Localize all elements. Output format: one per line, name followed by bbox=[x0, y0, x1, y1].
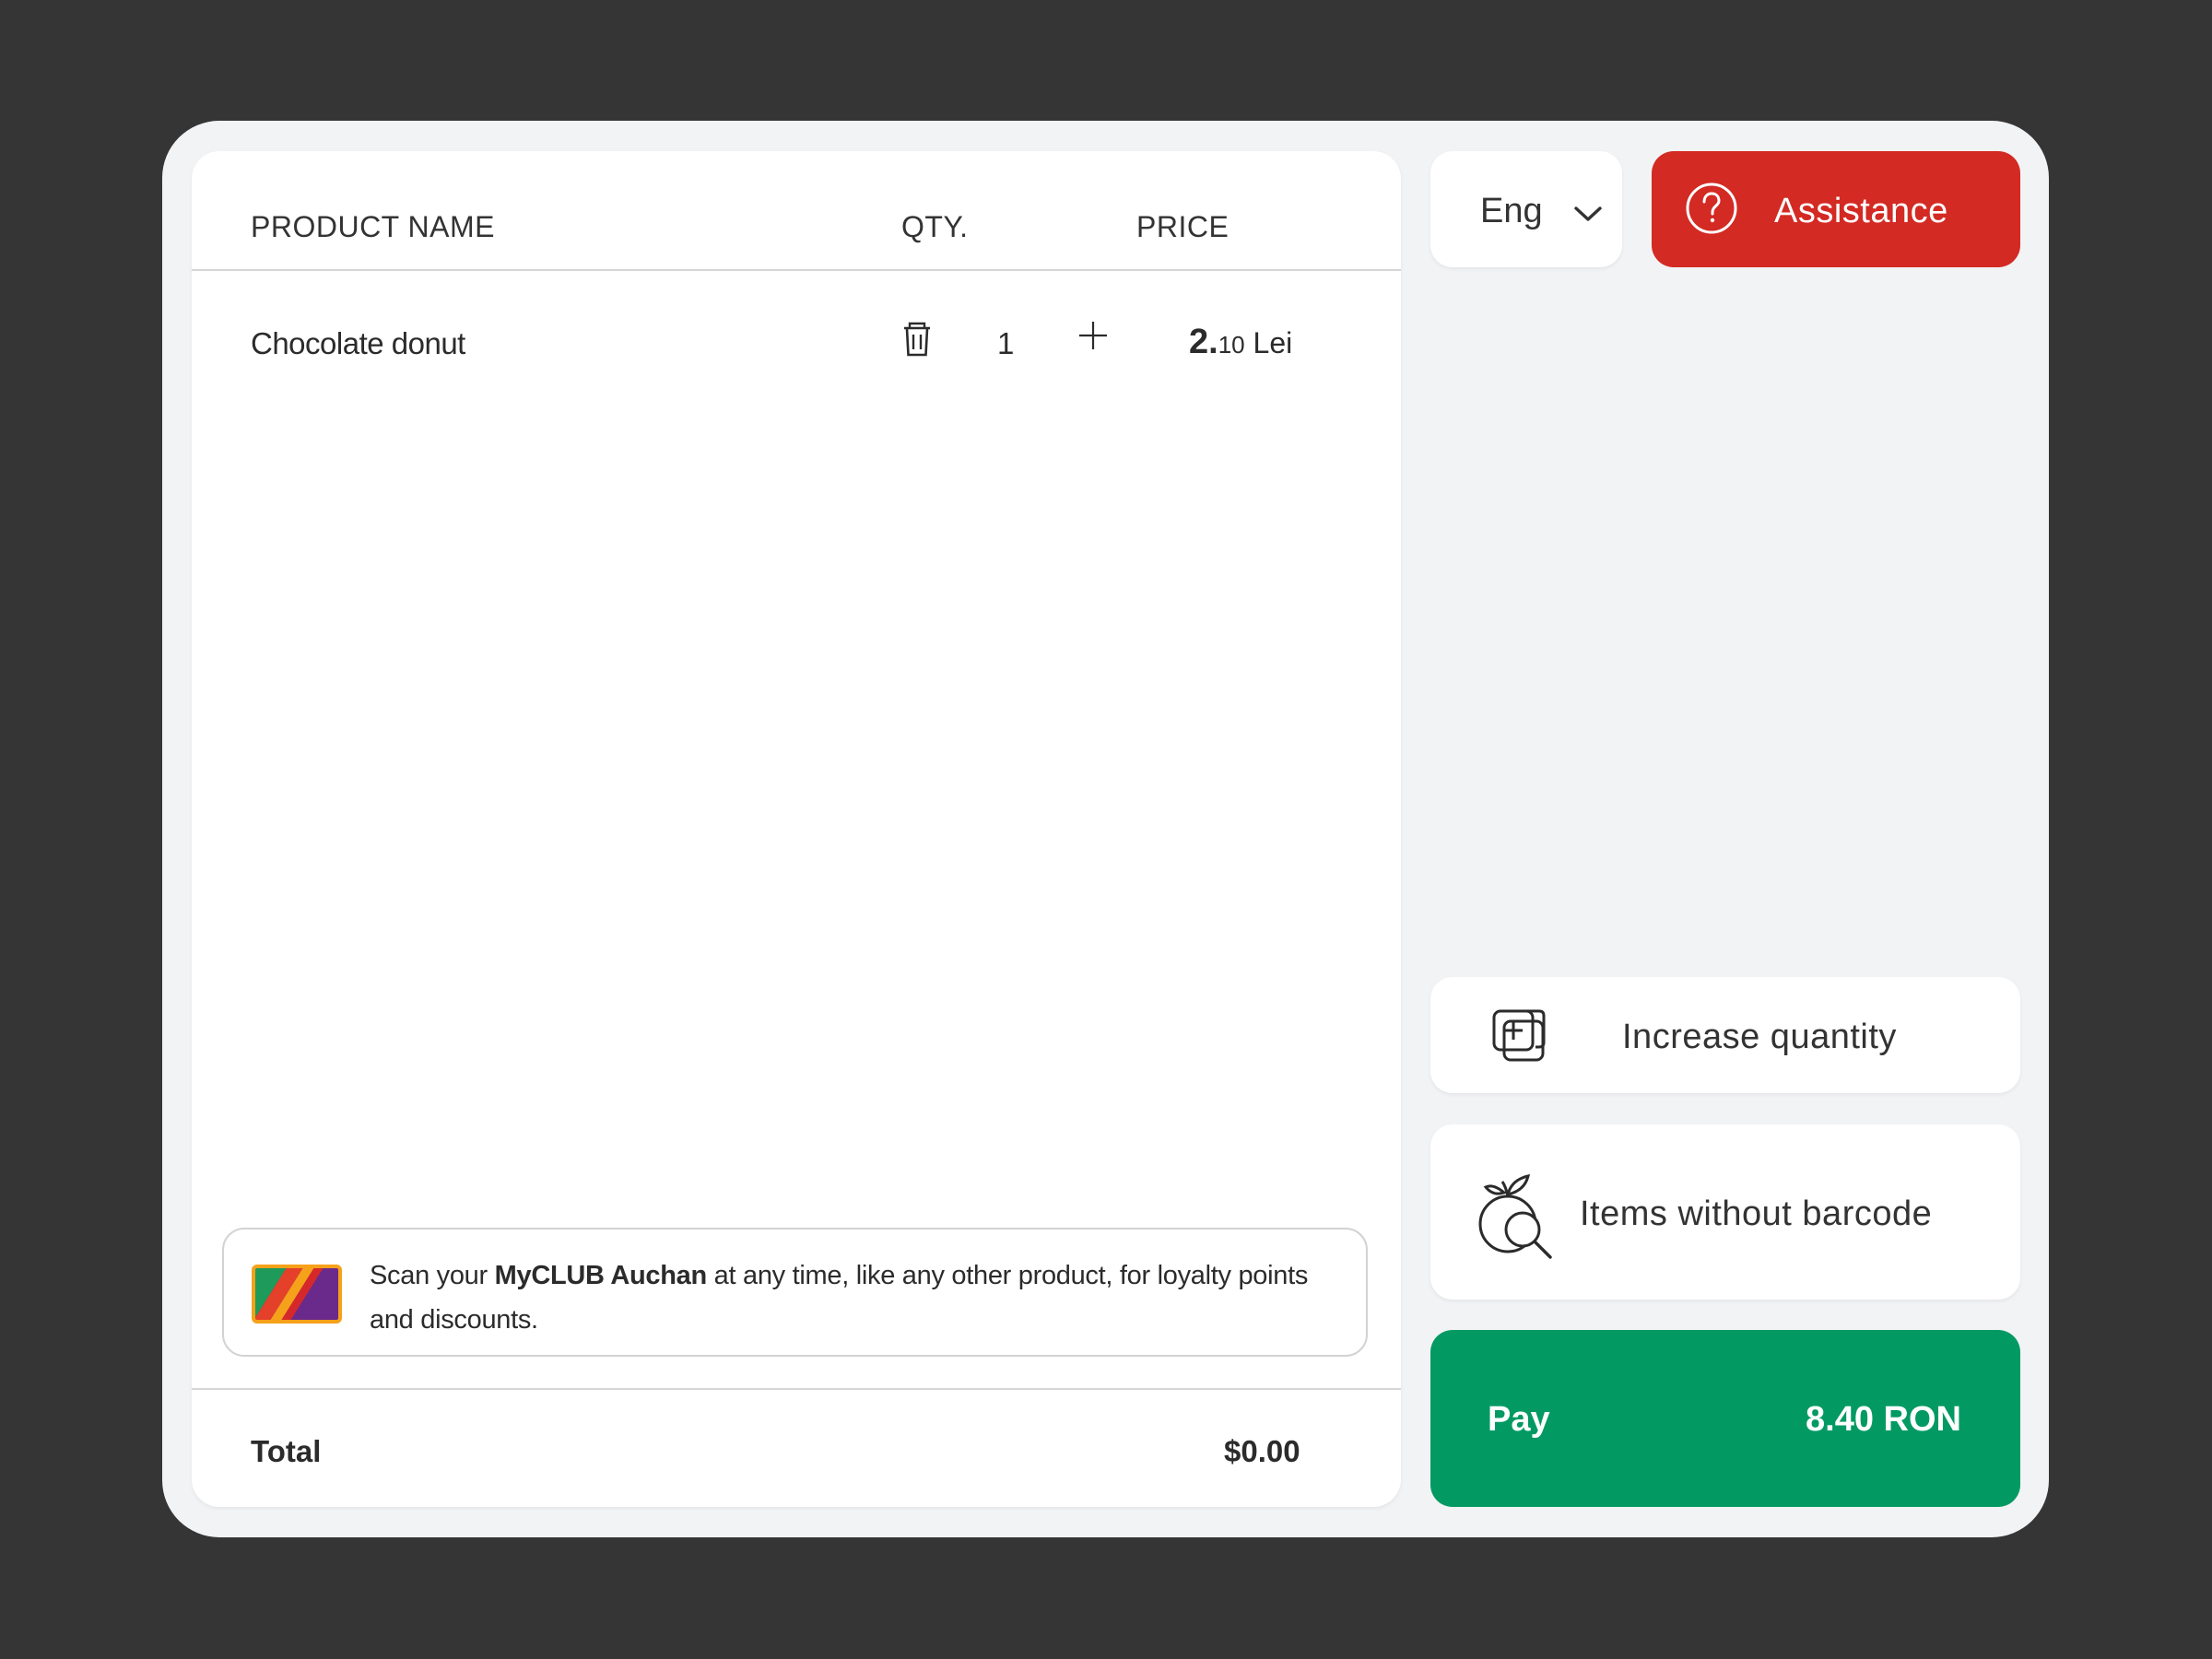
assistance-label: Assistance bbox=[1774, 192, 1948, 230]
question-circle-icon bbox=[1686, 182, 1737, 234]
product-name: Chocolate donut bbox=[251, 326, 465, 360]
items-without-barcode-button[interactable]: Items without barcode bbox=[1430, 1124, 2020, 1300]
loyalty-banner: Scan your MyCLUB Auchan at any time, lik… bbox=[222, 1228, 1368, 1357]
price-integer: 2. bbox=[1189, 323, 1218, 361]
footer-divider bbox=[192, 1388, 1401, 1390]
price-decimal: 10 bbox=[1218, 331, 1245, 359]
pay-button[interactable]: Pay 8.40 RON bbox=[1430, 1330, 2020, 1507]
loyalty-message: Scan your MyCLUB Auchan at any time, lik… bbox=[370, 1253, 1347, 1342]
column-header-qty: QTY. bbox=[901, 210, 969, 243]
pay-label: Pay bbox=[1488, 1400, 1550, 1439]
kiosk-screen: PRODUCT NAME QTY. PRICE Chocolate donut … bbox=[162, 121, 2049, 1537]
cart-row: Chocolate donut 1 2.10 Lei bbox=[192, 299, 1401, 391]
loyalty-brand: MyCLUB Auchan bbox=[494, 1261, 708, 1290]
items-without-barcode-label: Items without barcode bbox=[1580, 1194, 1933, 1233]
increase-quantity-label: Increase quantity bbox=[1622, 1018, 1897, 1056]
increase-quantity-button[interactable]: Increase quantity bbox=[1430, 977, 2020, 1093]
column-header-product-name: PRODUCT NAME bbox=[251, 210, 495, 243]
price-unit: Lei bbox=[1244, 326, 1293, 359]
fruit-search-icon bbox=[1478, 1174, 1552, 1259]
loyalty-card-icon bbox=[252, 1265, 342, 1324]
trash-icon[interactable] bbox=[901, 321, 933, 358]
add-copy-icon bbox=[1492, 1009, 1546, 1062]
assistance-button[interactable]: Assistance bbox=[1652, 151, 2020, 267]
column-header-price: PRICE bbox=[1136, 210, 1230, 243]
product-price: 2.10 Lei bbox=[1189, 323, 1292, 362]
language-selector[interactable]: Eng bbox=[1430, 151, 1622, 267]
plus-icon[interactable] bbox=[1075, 317, 1112, 354]
total-value: $0.00 bbox=[1224, 1434, 1300, 1468]
pay-amount: 8.40 RON bbox=[1806, 1400, 1961, 1439]
total-label: Total bbox=[251, 1434, 322, 1468]
loyalty-prefix: Scan your bbox=[370, 1261, 495, 1290]
language-label: Eng bbox=[1480, 192, 1543, 230]
chevron-down-icon bbox=[1574, 206, 1602, 221]
quantity-value: 1 bbox=[997, 326, 1015, 360]
cart-header: PRODUCT NAME QTY. PRICE bbox=[192, 151, 1401, 271]
cart-panel: PRODUCT NAME QTY. PRICE Chocolate donut … bbox=[192, 151, 1401, 1507]
